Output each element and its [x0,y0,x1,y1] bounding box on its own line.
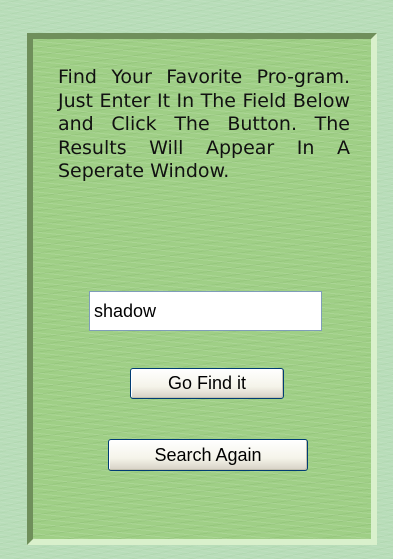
search-again-button[interactable]: Search Again [108,439,308,471]
instructions-text: Find Your Favorite Pro-­gram. Just Enter… [58,66,350,182]
search-input[interactable] [89,291,322,331]
go-find-button[interactable]: Go Find it [130,368,284,399]
